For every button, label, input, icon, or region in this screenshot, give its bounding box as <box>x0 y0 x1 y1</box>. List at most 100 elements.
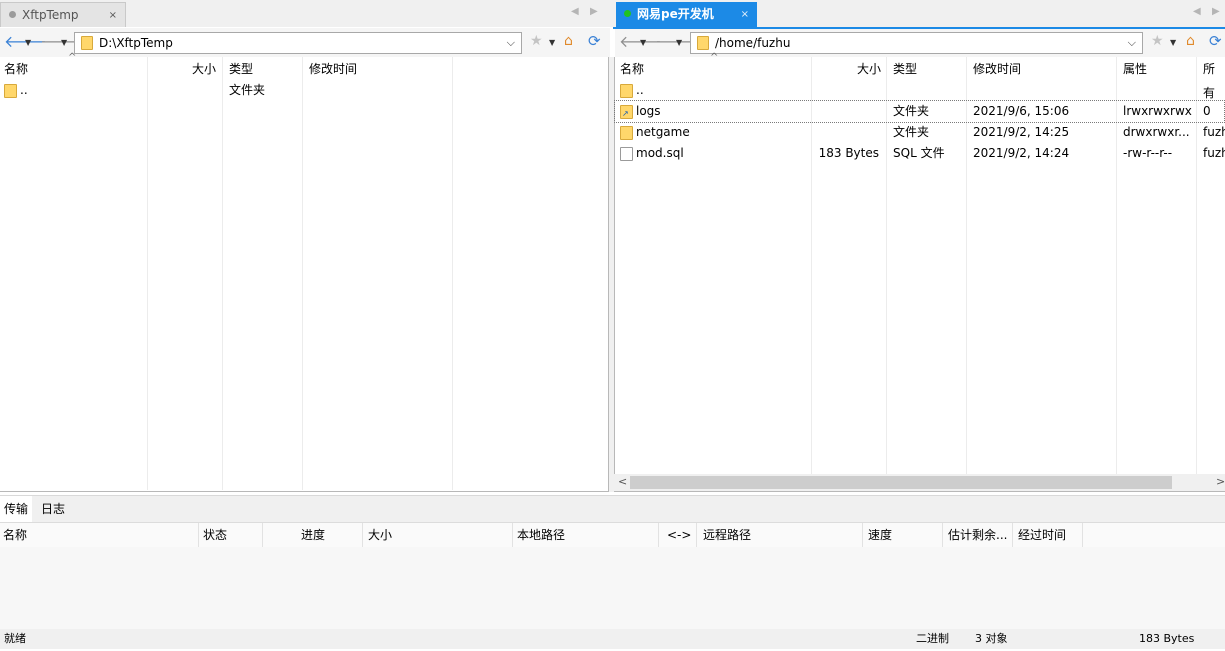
connected-status-icon <box>624 10 631 17</box>
refresh-icon[interactable]: ⟳ <box>1209 32 1222 50</box>
home-folder-icon[interactable]: ⌂ <box>1186 33 1195 49</box>
remote-toolbar: 🡐 ▼ 🡒 ▼ /home/fuzhu ⌵ ★ ▼ ⌂ ⟳ <box>615 29 1225 58</box>
file-row-mod-sql[interactable]: mod.sql 183 Bytes SQL 文件 2021/9/2, 14:24… <box>615 143 1225 164</box>
file-size: 183 Bytes <box>818 146 879 160</box>
scroll-left-icon[interactable]: < <box>618 475 627 488</box>
file-type: 文件夹 <box>229 83 266 97</box>
tab-label: XftpTemp <box>22 8 79 22</box>
col-header-type[interactable]: 类型 <box>893 57 917 81</box>
back-dropdown-icon[interactable]: ▼ <box>25 38 31 47</box>
tab-label: 网易pe开发机 <box>637 7 714 21</box>
bookmark-star-icon[interactable]: ★ <box>530 33 543 49</box>
folder-icon <box>620 84 633 98</box>
file-row-netgame[interactable]: netgame 文件夹 2021/9/2, 14:25 drwxrwxr... … <box>615 122 1225 143</box>
file-row-logs[interactable]: ↗ logs 文件夹 2021/9/6, 15:06 lrwxrwxrwx 0 <box>614 100 1225 123</box>
file-owner: 0 <box>1203 104 1211 118</box>
file-type: 文件夹 <box>893 125 930 139</box>
local-path-text: D:\XftpTemp <box>99 36 173 50</box>
tab-scroll-left-icon[interactable]: ◀ <box>571 6 579 17</box>
status-object-count: 3 对象 <box>975 632 1008 645</box>
col-header-size[interactable]: 大小 <box>368 523 392 547</box>
close-icon[interactable]: × <box>109 3 117 28</box>
file-attributes: -rw-r--r-- <box>1123 146 1173 160</box>
bookmark-dropdown-icon[interactable]: ▼ <box>549 38 555 47</box>
sort-asc-icon: ^ <box>710 52 719 63</box>
file-name: logs <box>636 104 661 118</box>
chevron-down-icon[interactable]: ⌵ <box>507 36 515 50</box>
col-header-name[interactable]: 名称 <box>4 57 28 81</box>
file-row-parent[interactable]: .. <box>615 80 1224 101</box>
file-type: 文件夹 <box>893 104 930 118</box>
tab-log[interactable]: 日志 <box>37 496 69 522</box>
back-dropdown-icon[interactable]: ▼ <box>640 38 646 47</box>
transfer-log-tabs: 传输 日志 <box>0 495 1225 523</box>
col-header-eta[interactable]: 估计剩余... <box>948 523 1008 547</box>
file-modified: 2021/9/2, 14:24 <box>973 146 1070 160</box>
tab-remote-session[interactable]: 网易pe开发机 × <box>616 2 757 27</box>
file-modified: 2021/9/6, 15:06 <box>973 104 1070 118</box>
folder-icon <box>697 36 709 50</box>
forward-dropdown-icon[interactable]: ▼ <box>61 38 67 47</box>
bookmark-star-icon[interactable]: ★ <box>1151 33 1164 49</box>
folder-link-icon: ↗ <box>620 105 633 119</box>
col-header-remote-path[interactable]: 远程路径 <box>703 523 751 547</box>
document-icon <box>620 147 633 161</box>
divider <box>614 491 1225 492</box>
bookmark-dropdown-icon[interactable]: ▼ <box>1170 38 1176 47</box>
home-folder-icon[interactable]: ⌂ <box>564 33 573 49</box>
file-name: mod.sql <box>636 146 684 160</box>
sort-asc-icon: ^ <box>68 52 77 63</box>
file-row-parent[interactable]: .. 文件夹 <box>0 80 607 101</box>
scrollbar-thumb[interactable] <box>630 476 1172 489</box>
col-header-size[interactable]: 大小 <box>150 57 216 81</box>
local-toolbar: 🡐 ▼ 🡒 ▼ D:\XftpTemp ⌵ ★ ▼ ⌂ ⟳ <box>0 28 610 57</box>
file-type: SQL 文件 <box>893 146 945 160</box>
col-header-name[interactable]: 名称 <box>3 523 27 547</box>
col-header-owner[interactable]: 所有 <box>1203 57 1225 100</box>
remote-file-list[interactable]: ^ 名称 大小 类型 修改时间 属性 所有 .. ↗ logs 文件夹 2021… <box>614 52 1225 475</box>
col-header-direction[interactable]: <-> <box>667 523 691 547</box>
transfer-list[interactable] <box>0 547 1225 629</box>
file-modified: 2021/9/2, 14:25 <box>973 125 1070 139</box>
chevron-down-icon[interactable]: ⌵ <box>1128 36 1136 50</box>
col-header-status[interactable]: 状态 <box>203 523 227 547</box>
col-header-type[interactable]: 类型 <box>229 57 253 81</box>
local-path-field[interactable]: D:\XftpTemp ⌵ <box>74 32 522 54</box>
tab-bar <box>0 0 1225 27</box>
file-name: .. <box>20 83 28 97</box>
tab-transfer[interactable]: 传输 <box>0 496 33 522</box>
folder-icon <box>81 36 93 50</box>
status-total-size: 183 Bytes <box>1139 632 1195 645</box>
local-file-list[interactable]: ^ 名称 大小 类型 修改时间 .. 文件夹 <box>0 52 609 492</box>
status-transfer-mode[interactable]: 二进制 <box>916 627 949 651</box>
tab-local-xftptemp[interactable]: XftpTemp × <box>0 2 126 27</box>
file-owner: fuzh <box>1203 146 1225 160</box>
remote-path-text: /home/fuzhu <box>715 36 791 50</box>
session-status-icon <box>9 11 16 18</box>
file-name: .. <box>636 83 644 97</box>
tab-scroll-right-icon[interactable]: ▶ <box>590 6 598 17</box>
refresh-icon[interactable]: ⟳ <box>588 32 601 50</box>
forward-dropdown-icon[interactable]: ▼ <box>676 38 682 47</box>
file-attributes: drwxrwxr... <box>1123 125 1190 139</box>
tab-scroll-right-icon[interactable]: ▶ <box>1212 6 1220 17</box>
col-header-modified[interactable]: 修改时间 <box>309 57 357 81</box>
file-owner: fuzh <box>1203 125 1225 139</box>
col-header-modified[interactable]: 修改时间 <box>973 57 1021 81</box>
scroll-right-icon[interactable]: > <box>1216 475 1225 488</box>
remote-horizontal-scrollbar[interactable]: < > <box>614 474 1225 491</box>
col-header-local-path[interactable]: 本地路径 <box>517 523 565 547</box>
col-header-size[interactable]: 大小 <box>815 57 881 81</box>
col-header-speed[interactable]: 速度 <box>868 523 892 547</box>
folder-icon <box>4 84 17 98</box>
col-header-name[interactable]: 名称 <box>620 57 644 81</box>
col-header-progress[interactable]: 进度 <box>301 523 325 547</box>
remote-path-field[interactable]: /home/fuzhu ⌵ <box>690 32 1143 54</box>
col-header-attributes[interactable]: 属性 <box>1123 57 1147 81</box>
tab-scroll-left-icon[interactable]: ◀ <box>1193 6 1201 17</box>
col-header-elapsed[interactable]: 经过时间 <box>1018 523 1066 547</box>
close-icon[interactable]: × <box>741 2 749 27</box>
status-bar: 就绪 二进制 3 对象 183 Bytes <box>0 629 1225 649</box>
file-name: netgame <box>636 125 690 139</box>
status-ready: 就绪 <box>4 632 26 645</box>
